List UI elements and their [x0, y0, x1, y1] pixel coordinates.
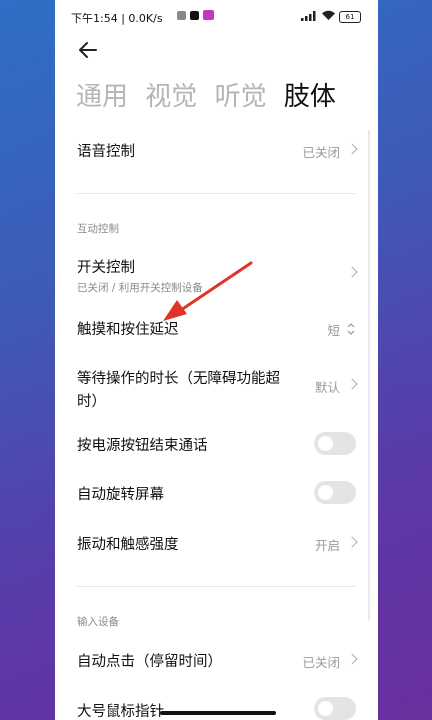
annotation-arrow-icon [163, 261, 253, 321]
settings-screen: 下午1:54 | 0.0K/s 61 通用 视觉 听觉 肢体 语音控制 已关闭 … [55, 0, 378, 720]
